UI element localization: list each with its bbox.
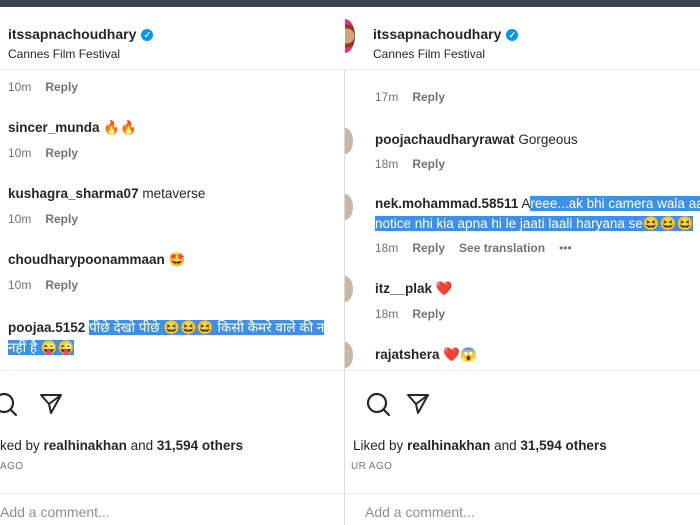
username-text[interactable]: itssapnachoudhary [373, 26, 501, 42]
verified-badge-icon: ✓ [141, 29, 154, 41]
verified-badge-icon: ✓ [506, 29, 519, 41]
comment-meta: 18m Reply See translation ••• [375, 241, 586, 255]
reply-button[interactable]: Reply [412, 90, 445, 104]
avatar[interactable] [345, 342, 353, 368]
likes-prefix: ked by [0, 438, 40, 453]
comment-username[interactable]: poojachaudharyrawat [375, 132, 515, 147]
reply-button[interactable]: Reply [412, 307, 445, 321]
comment-time: 10m [8, 278, 32, 292]
comment: kushagra_sharma07 metaverse [8, 186, 345, 201]
username-text[interactable]: itssapnachoudhary [8, 26, 136, 42]
post-time-ago: UR AGO [351, 461, 393, 472]
post-time-ago: AGO [0, 461, 24, 472]
comment-text: metaverse [142, 186, 206, 201]
comment: poojachaudharyrawat Gorgeous [375, 132, 700, 147]
comment: sincer_munda 🔥🔥 [8, 120, 345, 136]
post-header: itssapnachoudhary ✓ Cannes Film Festival [345, 7, 700, 70]
reply-button[interactable]: Reply [412, 157, 445, 171]
likes-summary: Liked by realhinakhan and 31,594 others [353, 438, 607, 453]
add-comment-input[interactable]: Add a comment... [365, 504, 475, 520]
more-options-icon[interactable]: ••• [559, 241, 572, 255]
comment-text-selected: नहीं है 😜😜 [8, 340, 75, 355]
reply-button[interactable]: Reply [45, 80, 78, 94]
comment: poojaa.5152 पीछे देखो पीछे 😆😆😆 किसी कैमर… [8, 318, 345, 336]
share-icon[interactable] [38, 391, 64, 417]
comment-username[interactable]: sincer_munda [8, 120, 100, 135]
comment: choudharypoonammaan 🤩 [8, 252, 345, 268]
comment-time: 18m [375, 157, 399, 171]
comment-meta: 10m Reply [8, 80, 92, 94]
search-icon[interactable] [365, 391, 391, 417]
comment-text-line2: नहीं है 😜😜 [8, 338, 345, 356]
see-translation-button[interactable]: See translation [459, 241, 545, 255]
reply-button[interactable]: Reply [45, 212, 78, 226]
comment-meta: 10m Reply [8, 146, 92, 160]
comment-meta: 10m Reply [8, 212, 92, 226]
reply-button[interactable]: Reply [45, 278, 78, 292]
post-username[interactable]: itssapnachoudhary ✓ [373, 26, 519, 42]
comment-username[interactable]: nek.mohammad.58511 [375, 196, 518, 211]
add-comment-bar[interactable]: Add a comment... [345, 493, 700, 522]
comments-list[interactable]: 10m Reply sincer_munda 🔥🔥 10m Reply kushag… [0, 70, 345, 370]
top-strip [0, 0, 700, 7]
comment-text: ❤️ [435, 281, 453, 296]
post-actions: Liked by realhinakhan and 31,594 others … [345, 370, 700, 525]
likes-prefix: Liked by [353, 438, 404, 453]
comment-text: 🔥🔥 [103, 120, 137, 135]
comment-text-selected: notice nhi kia apna hi le jaati laali ha… [375, 216, 694, 231]
comment-text-selected: reee...ak bhi camera wala aa [530, 196, 700, 211]
liked-by-user[interactable]: realhinakhan [407, 438, 490, 453]
post-location[interactable]: Cannes Film Festival [8, 47, 120, 61]
comment-meta: 18m Reply [375, 307, 459, 321]
comment-meta: 17m Reply [375, 90, 459, 104]
comment-username[interactable]: poojaa.5152 [8, 320, 85, 335]
reply-button[interactable]: Reply [412, 241, 445, 255]
liked-by-user[interactable]: realhinakhan [44, 438, 127, 453]
comment-text: A [521, 196, 531, 211]
search-icon[interactable] [0, 391, 18, 417]
comment-time: 10m [8, 146, 32, 160]
comment-text-line2: notice nhi kia apna hi le jaati laali ha… [375, 216, 700, 232]
comment: itz__plak ❤️ [375, 281, 700, 297]
comment-text: Gorgeous [518, 132, 578, 147]
comment-time: 18m [375, 241, 399, 255]
likes-count[interactable]: 31,594 others [157, 438, 243, 453]
comment-meta: 18m Reply [375, 157, 459, 171]
avatar[interactable] [345, 128, 353, 154]
comment-text: 🤩 [168, 252, 186, 267]
comment-time: 10m [8, 80, 32, 94]
avatar[interactable] [345, 276, 353, 302]
comments-list[interactable]: 17m Reply poojachaudharyrawat Gorgeous 18… [345, 70, 700, 370]
comment-text: ❤️😱 [443, 347, 477, 362]
reply-button[interactable]: Reply [45, 146, 78, 160]
likes-and: and [130, 438, 154, 453]
right-post-panel: itssapnachoudhary ✓ Cannes Film Festival … [345, 7, 700, 525]
likes-and: and [494, 438, 517, 453]
avatar[interactable] [345, 19, 355, 53]
comment-username[interactable]: choudharypoonammaan [8, 252, 165, 267]
comment-meta: 10m Reply [8, 278, 92, 292]
left-post-panel: itssapnachoudhary ✓ Cannes Film Festival … [0, 7, 345, 525]
comment-username[interactable]: kushagra_sharma07 [8, 186, 139, 201]
post-location[interactable]: Cannes Film Festival [373, 47, 485, 61]
add-comment-input[interactable]: Add a comment... [0, 504, 110, 520]
comment-time: 17m [375, 90, 399, 104]
comment-text-selected: पीछे देखो पीछे 😆😆😆 किसी कैमरे वाले की न [89, 320, 325, 335]
avatar[interactable] [345, 194, 353, 220]
post-actions: ked by realhinakhan and 31,594 others AG… [0, 370, 345, 525]
likes-count[interactable]: 31,594 others [520, 438, 606, 453]
post-header: itssapnachoudhary ✓ Cannes Film Festival [0, 7, 345, 70]
comment-time: 10m [8, 212, 32, 226]
comment-username[interactable]: rajatshera [375, 347, 440, 362]
share-icon[interactable] [405, 391, 431, 417]
post-username[interactable]: itssapnachoudhary ✓ [8, 26, 154, 42]
comment-username[interactable]: itz__plak [375, 281, 432, 296]
comment-time: 18m [375, 307, 399, 321]
likes-summary: ked by realhinakhan and 31,594 others [0, 438, 243, 453]
comment: rajatshera ❤️😱 [375, 347, 700, 363]
comment: nek.mohammad.58511 Areee...ak bhi camera… [375, 196, 700, 211]
add-comment-bar[interactable]: Add a comment... [0, 493, 345, 522]
